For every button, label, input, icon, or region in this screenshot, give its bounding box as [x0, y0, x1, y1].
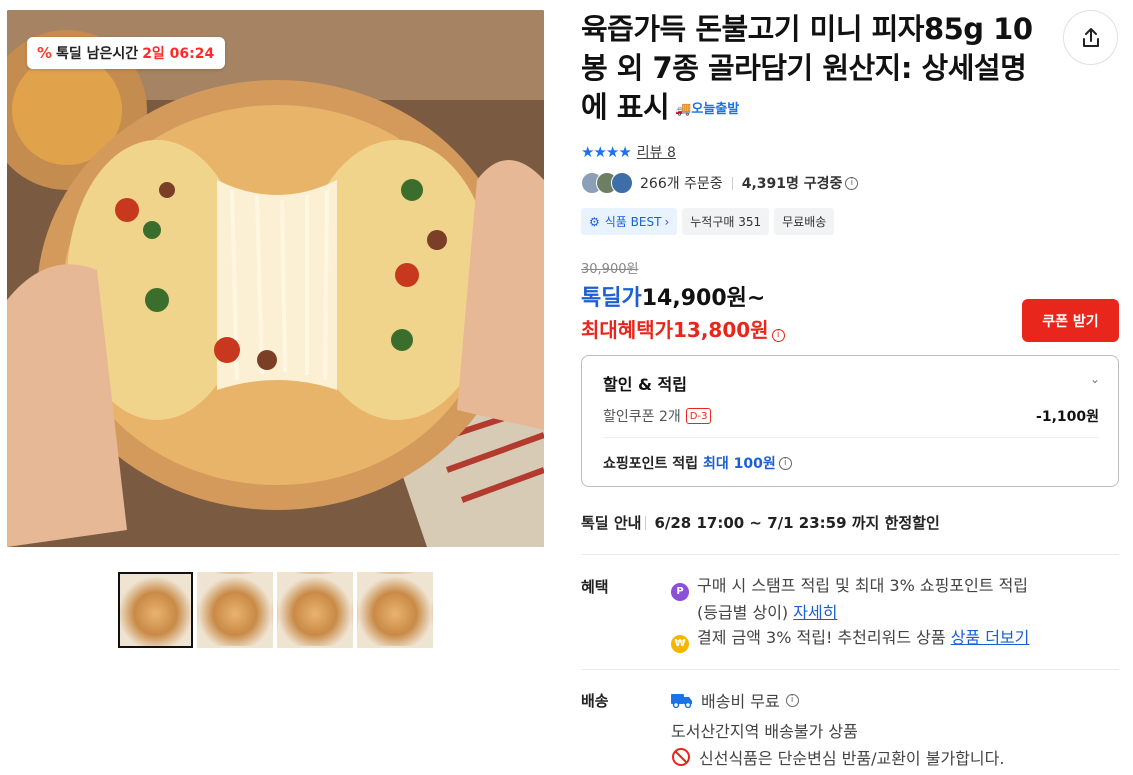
percent-icon: % — [37, 44, 53, 62]
pizza-illustration — [7, 10, 544, 547]
discount-title: 할인 & 적립 — [603, 375, 687, 394]
benefit-reward-row: ₩ 결제 금액 3% 적립! 추천리워드 상품 상품 더보기 — [671, 624, 1029, 653]
fresh-notice-row: 신선식품은 단순변심 반품/교환이 불가합니다. — [671, 745, 1004, 769]
product-main-image[interactable]: % 톡딜 남은시간 2일 06:24 — [7, 10, 544, 547]
thumbnail-2[interactable] — [197, 572, 273, 648]
thumbnail-1[interactable] — [118, 572, 193, 648]
fresh-notice-text: 신선식품은 단순변심 반품/교환이 불가합니다. — [699, 749, 1005, 768]
chevron-right-icon: › — [664, 214, 670, 229]
badge-list: ⚙ 식품 BEST › 누적구매 351 무료배송 — [581, 208, 835, 235]
benefit-reward-text: 결제 금액 3% 적립! 추천리워드 상품 — [697, 628, 946, 647]
deal-timer-badge: % 톡딜 남은시간 2일 06:24 — [27, 37, 226, 69]
badge-label: 식품 BEST — [604, 215, 662, 229]
deal-timer-value: 2일 06:24 — [142, 46, 215, 62]
thumbnail-strip — [118, 572, 433, 648]
benefit-details-link[interactable]: 자세히 — [793, 603, 837, 622]
fast-delivery-tag: 🚚오늘출발 — [675, 102, 739, 117]
share-icon — [1082, 27, 1099, 47]
badge-food-best[interactable]: ⚙ 식품 BEST › — [581, 208, 678, 235]
star-rating-icon: ★★★★ — [581, 143, 632, 161]
coupon-row: 할인쿠폰 2개 D-3 — [603, 406, 712, 426]
info-icon[interactable]: i — [785, 693, 799, 707]
deal-timer-label: 톡딜 남은시간 — [56, 46, 139, 62]
points-row: 쇼핑포인트 적립 최대 100원 i — [603, 453, 792, 473]
deal-price-label: 톡딜가 — [581, 286, 642, 311]
info-icon[interactable]: i — [778, 456, 792, 470]
product-title: 육즙가득 돈불고기 미니 피자85g 10봉 외 7종 골라담기 원산지: 상세… — [581, 10, 1041, 129]
dday-badge: D-3 — [685, 408, 712, 424]
buyer-avatars — [581, 172, 633, 194]
divider — [603, 437, 1099, 438]
chevron-down-icon[interactable]: ⌄ — [1090, 372, 1100, 386]
notice-period: 6/28 17:00 ~ 7/1 23:59 까지 한정할인 — [654, 514, 940, 532]
shipping-label: 배송 — [581, 692, 609, 710]
viewers-count: 4,391명 구경중 — [741, 176, 843, 192]
thumbnail-4[interactable] — [357, 572, 433, 648]
stats-row: 266개 주문중 4,391명 구경중 i — [581, 172, 859, 194]
divider — [645, 515, 647, 530]
max-benefit-price: 최대혜택가13,800원 i — [581, 314, 785, 343]
prohibited-icon — [672, 748, 690, 766]
max-price-label: 최대혜택가 — [581, 318, 673, 342]
divider — [731, 176, 733, 190]
info-icon[interactable]: i — [845, 176, 859, 190]
more-products-link[interactable]: 상품 더보기 — [951, 628, 1030, 647]
rating-row: ★★★★ 리뷰 8 — [581, 142, 676, 162]
coupon-amount: -1,100원 — [1036, 409, 1099, 425]
notice-label: 톡딜 안내 — [581, 514, 642, 532]
get-coupon-button[interactable]: 쿠폰 받기 — [1022, 299, 1119, 342]
point-icon: P — [671, 583, 689, 601]
divider — [581, 554, 1119, 555]
won-coin-icon: ₩ — [671, 634, 689, 653]
shipping-restriction: 도서산간지역 배송불가 상품 — [671, 722, 858, 741]
points-value: 최대 100원 — [703, 456, 776, 472]
benefits-label: 혜택 — [581, 578, 609, 596]
deal-notice: 톡딜 안내 6/28 17:00 ~ 7/1 23:59 까지 한정할인 — [581, 512, 940, 533]
original-price: 30,900원 — [581, 262, 639, 277]
badge-free-shipping: 무료배송 — [774, 208, 835, 235]
points-label: 쇼핑포인트 적립 — [603, 456, 699, 472]
benefit-grade-note: (등급별 상이) — [697, 603, 789, 622]
thumbnail-3[interactable] — [277, 572, 353, 648]
gear-icon: ⚙ — [589, 214, 600, 229]
divider — [581, 669, 1119, 670]
shipping-fee: 배송비 무료 — [701, 692, 780, 711]
badge-cumulative: 누적구매 351 — [682, 208, 770, 235]
share-button[interactable] — [1063, 10, 1118, 65]
deal-price-value: 14,900원~ — [641, 286, 766, 311]
benefit-stamp-text: 구매 시 스탬프 적립 및 최대 3% 쇼핑포인트 적립 — [697, 576, 1029, 595]
fast-delivery-label: 오늘출발 — [691, 101, 740, 117]
coupon-label: 할인쿠폰 2개 — [603, 409, 681, 425]
benefit-stamp-row: P 구매 시 스탬프 적립 및 최대 3% 쇼핑포인트 적립 (등급별 상이) 자… — [671, 574, 1101, 625]
shipping-fee-row: 배송비 무료 i — [671, 688, 799, 712]
max-price-value: 13,800원 — [673, 318, 769, 342]
truck-icon: 🚚 — [675, 101, 692, 117]
info-icon[interactable]: i — [771, 328, 785, 342]
orders-count: 266개 주문중 — [640, 176, 723, 192]
review-link[interactable]: 리뷰 8 — [637, 142, 676, 162]
discount-accordion[interactable]: 할인 & 적립 ⌄ 할인쿠폰 2개 D-3 -1,100원 쇼핑포인트 적립 최… — [581, 355, 1119, 487]
deal-price: 톡딜가14,900원~ — [581, 280, 765, 312]
product-title-text: 육즙가득 돈불고기 미니 피자85g 10봉 외 7종 골라담기 원산지: 상세… — [581, 12, 1033, 124]
truck-icon — [671, 694, 692, 708]
